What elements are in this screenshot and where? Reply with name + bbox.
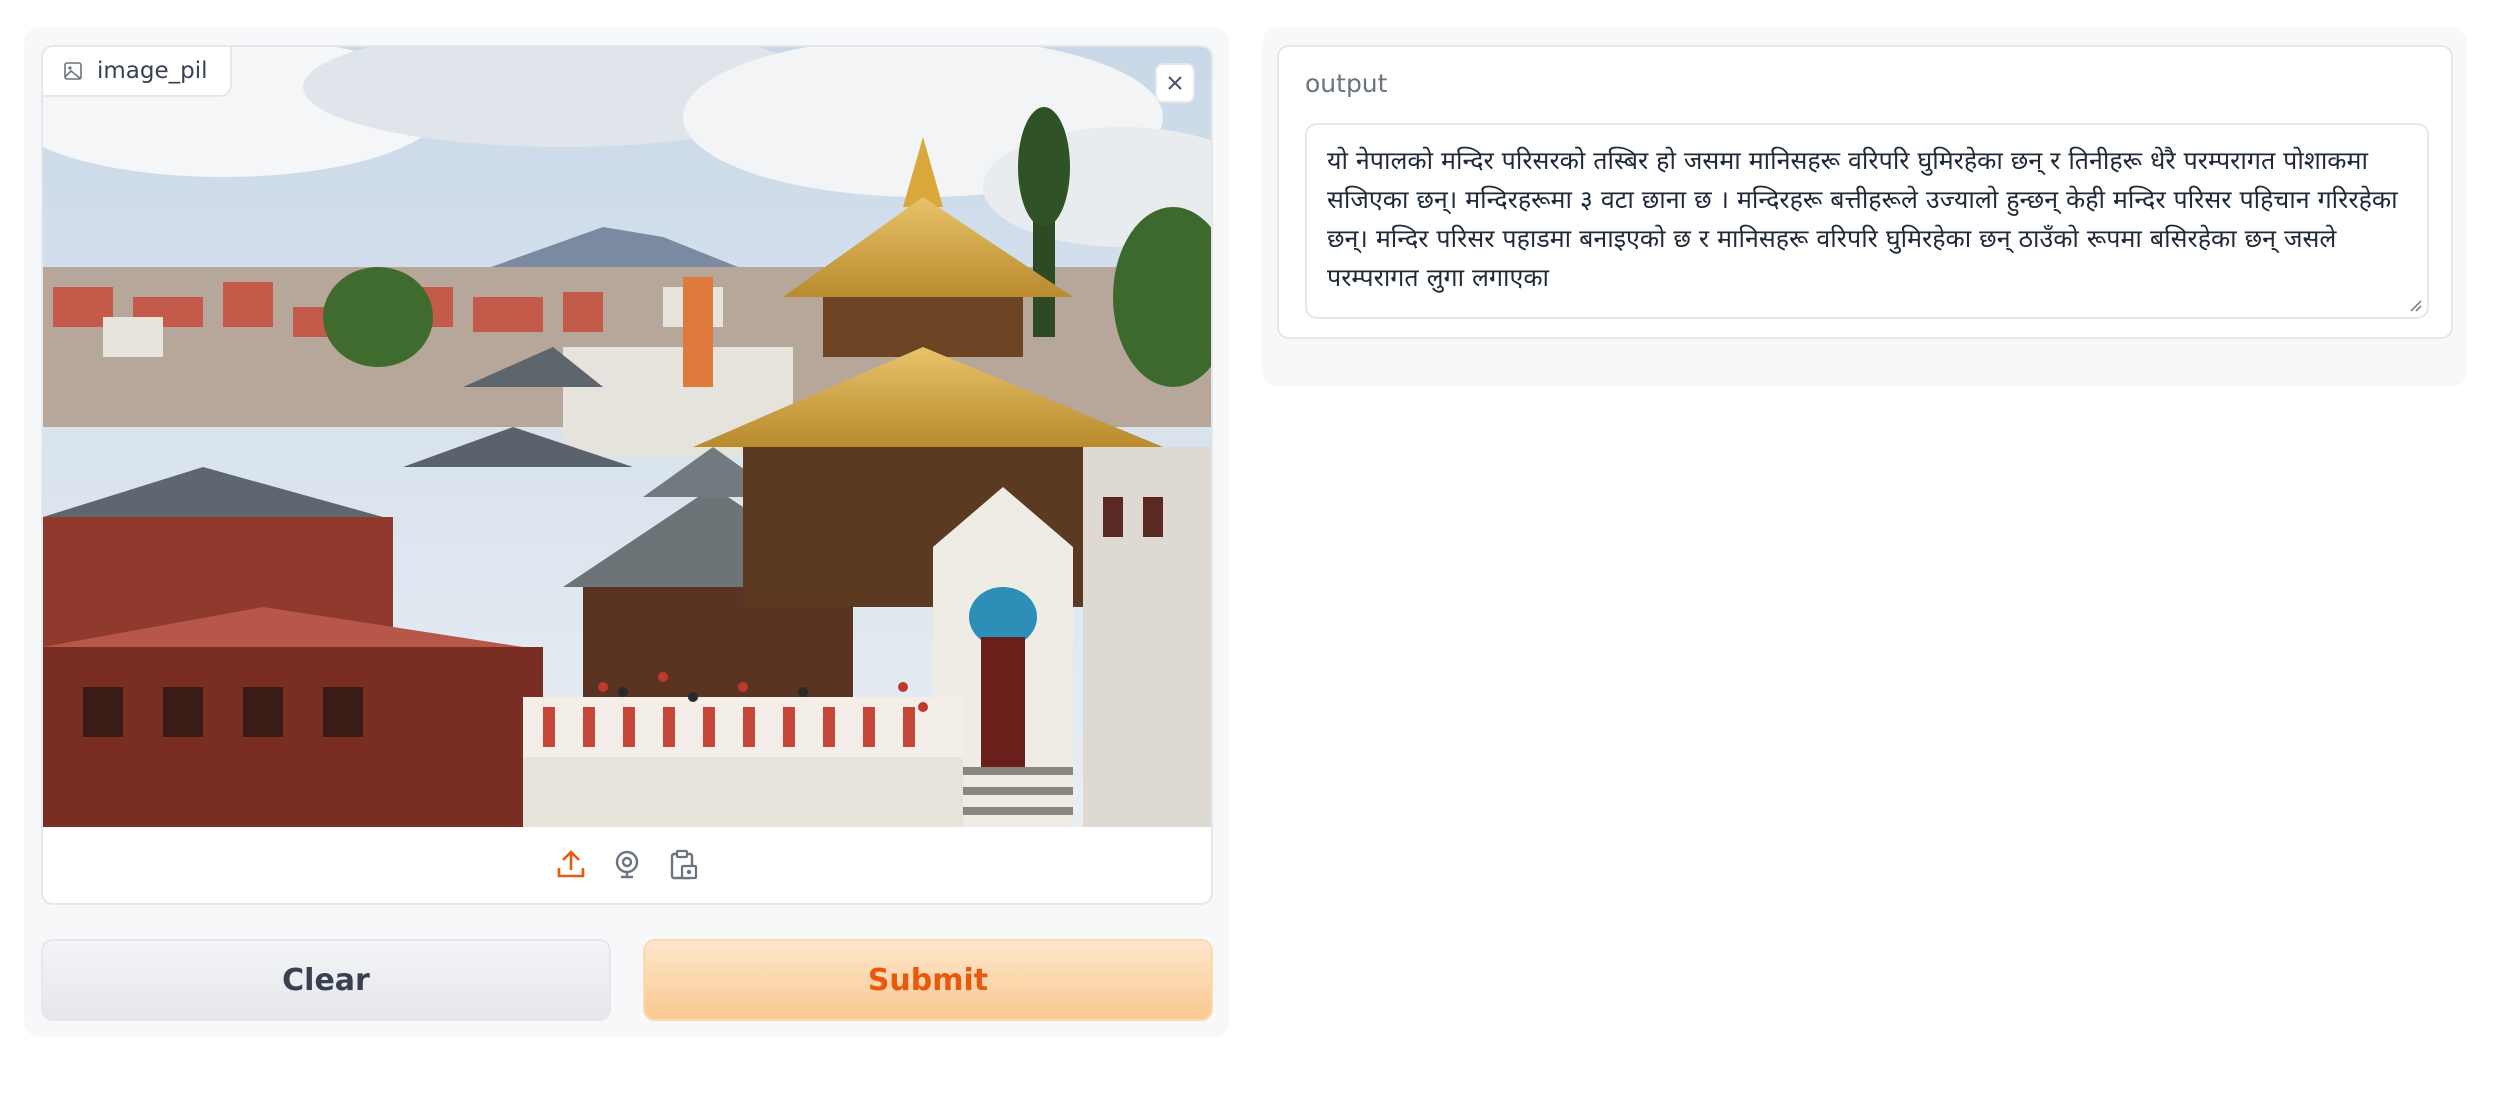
upload-button[interactable] bbox=[554, 846, 588, 884]
input-panel: image_pil Clear Submit bbox=[24, 27, 1229, 1037]
image-label-chip: image_pil bbox=[43, 47, 232, 97]
webcam-icon bbox=[615, 850, 639, 879]
output-panel: output यो नेपालको मन्दिर परिसरको तस्बिर … bbox=[1262, 27, 2467, 387]
resize-handle-icon[interactable] bbox=[2407, 297, 2423, 313]
output-text: यो नेपालको मन्दिर परिसरको तस्बिर हो जसमा… bbox=[1327, 146, 2398, 292]
clear-image-button[interactable] bbox=[1155, 63, 1195, 103]
uploaded-image bbox=[43, 47, 1211, 827]
output-block: output यो नेपालको मन्दिर परिसरको तस्बिर … bbox=[1277, 45, 2453, 339]
clear-button[interactable]: Clear bbox=[41, 939, 611, 1021]
image-label: image_pil bbox=[97, 58, 208, 84]
paste-clipboard-button[interactable] bbox=[666, 846, 700, 884]
output-textbox[interactable]: यो नेपालको मन्दिर परिसरको तस्बिर हो जसमा… bbox=[1305, 123, 2429, 319]
close-icon bbox=[1168, 76, 1182, 90]
image-input[interactable]: image_pil bbox=[41, 45, 1213, 905]
output-label: output bbox=[1305, 69, 1388, 98]
image-source-toolbar bbox=[43, 827, 1211, 903]
upload-icon bbox=[557, 850, 585, 878]
webcam-button[interactable] bbox=[610, 846, 644, 884]
clipboard-icon bbox=[670, 849, 698, 880]
temple-photo bbox=[43, 47, 1211, 827]
submit-button[interactable]: Submit bbox=[643, 939, 1213, 1021]
image-icon bbox=[64, 62, 82, 80]
